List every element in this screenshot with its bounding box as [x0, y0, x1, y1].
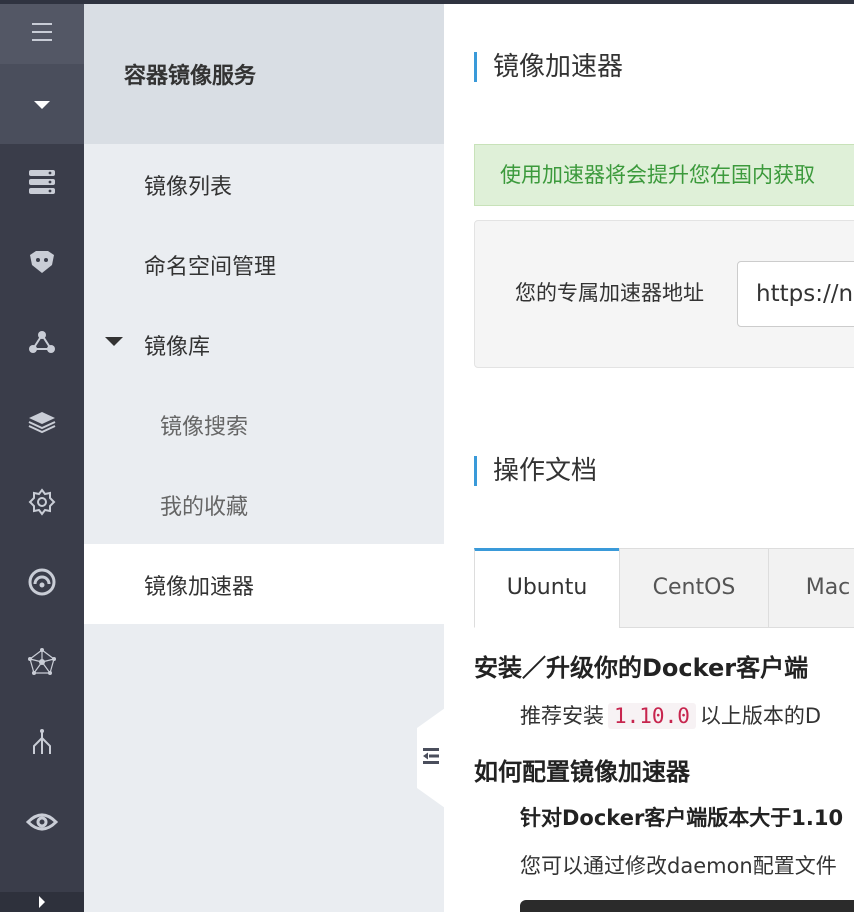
- network-icon: [27, 647, 57, 681]
- rail-collapse-button[interactable]: [0, 64, 84, 144]
- sidebar-header: 容器镜像服务: [84, 4, 444, 144]
- caret-down-icon: [33, 95, 51, 114]
- doc-subheading-version: 针对Docker客户端版本大于1.10: [520, 806, 844, 830]
- hamburger-icon: [31, 22, 53, 46]
- sidebar-title: 容器镜像服务: [124, 64, 257, 89]
- sidebar-item-namespace[interactable]: 命名空间管理: [84, 224, 444, 304]
- rail-item-eye[interactable]: [0, 784, 84, 864]
- layers-icon: [27, 410, 57, 438]
- sidebar-item-label: 镜像列表: [144, 175, 233, 200]
- sidebar-item-label: 镜像搜索: [160, 415, 249, 440]
- section-title-accelerator: 镜像加速器: [474, 52, 623, 82]
- sidebar-item-repository[interactable]: 镜像库: [84, 304, 444, 384]
- doc-text: 推荐安装: [520, 704, 604, 728]
- sidebar-item-label: 命名空间管理: [144, 255, 277, 280]
- rail-item-branch[interactable]: [0, 704, 84, 784]
- tab-mac[interactable]: Mac: [768, 548, 854, 628]
- doc-heading-config: 如何配置镜像加速器: [474, 758, 690, 786]
- app-window: 容器镜像服务 镜像列表 命名空间管理 镜像库 镜像搜索 我的收藏 镜像加速器 镜…: [0, 0, 854, 912]
- caret-right-icon: [38, 893, 46, 912]
- doc-heading-install: 安装／升级你的Docker客户端: [474, 654, 809, 682]
- rail-item-settings[interactable]: [0, 464, 84, 544]
- accelerator-address-panel: 您的专属加速器地址 https://n: [474, 220, 854, 368]
- code-block: [520, 900, 854, 912]
- branch-icon: [28, 728, 56, 760]
- rail-item-network[interactable]: [0, 624, 84, 704]
- rail-item-cluster[interactable]: [0, 304, 84, 384]
- tab-centos[interactable]: CentOS: [619, 548, 769, 628]
- section-title-docs: 操作文档: [474, 456, 597, 486]
- cluster-icon: [28, 329, 56, 359]
- eye-icon: [25, 811, 59, 837]
- sidebar-item-label: 镜像加速器: [144, 575, 255, 600]
- gear-icon: [28, 488, 56, 520]
- rail-item-layers[interactable]: [0, 384, 84, 464]
- sidebar-item-image-list[interactable]: 镜像列表: [84, 144, 444, 224]
- os-tabs: Ubuntu CentOS Mac: [474, 548, 854, 628]
- sidebar-item-accelerator[interactable]: 镜像加速器: [84, 544, 444, 624]
- rail-item-container[interactable]: [0, 224, 84, 304]
- sidebar-item-label: 我的收藏: [160, 495, 249, 520]
- doc-paragraph-install: 推荐安装 1.10.0 以上版本的D: [520, 700, 821, 730]
- version-code: 1.10.0: [608, 703, 696, 729]
- collapse-left-icon: [421, 746, 441, 770]
- tab-ubuntu[interactable]: Ubuntu: [474, 548, 620, 628]
- container-icon: [28, 249, 56, 279]
- icon-rail: [0, 4, 84, 912]
- sidebar-item-label: 镜像库: [144, 335, 211, 360]
- secondary-sidebar: 容器镜像服务 镜像列表 命名空间管理 镜像库 镜像搜索 我的收藏 镜像加速器: [84, 4, 444, 912]
- info-alert: 使用加速器将会提升您在国内获取: [474, 144, 854, 206]
- main-content: 镜像加速器 使用加速器将会提升您在国内获取 您的专属加速器地址 https://…: [444, 4, 854, 912]
- rail-item-server[interactable]: [0, 144, 84, 224]
- caret-down-icon: [105, 337, 123, 346]
- server-icon: [28, 169, 56, 199]
- rail-expand-button[interactable]: [0, 892, 84, 912]
- accelerator-address-field[interactable]: https://n: [737, 261, 854, 327]
- sidebar-item-image-search[interactable]: 镜像搜索: [84, 384, 444, 464]
- signal-icon: [27, 568, 57, 600]
- rail-item-signal[interactable]: [0, 544, 84, 624]
- doc-text: 以上版本的D: [699, 704, 822, 728]
- sidebar-item-favorites[interactable]: 我的收藏: [84, 464, 444, 544]
- menu-toggle-button[interactable]: [0, 4, 84, 64]
- doc-paragraph-daemon: 您可以通过修改daemon配置文件: [520, 854, 837, 878]
- accelerator-address-label: 您的专属加速器地址: [515, 281, 704, 305]
